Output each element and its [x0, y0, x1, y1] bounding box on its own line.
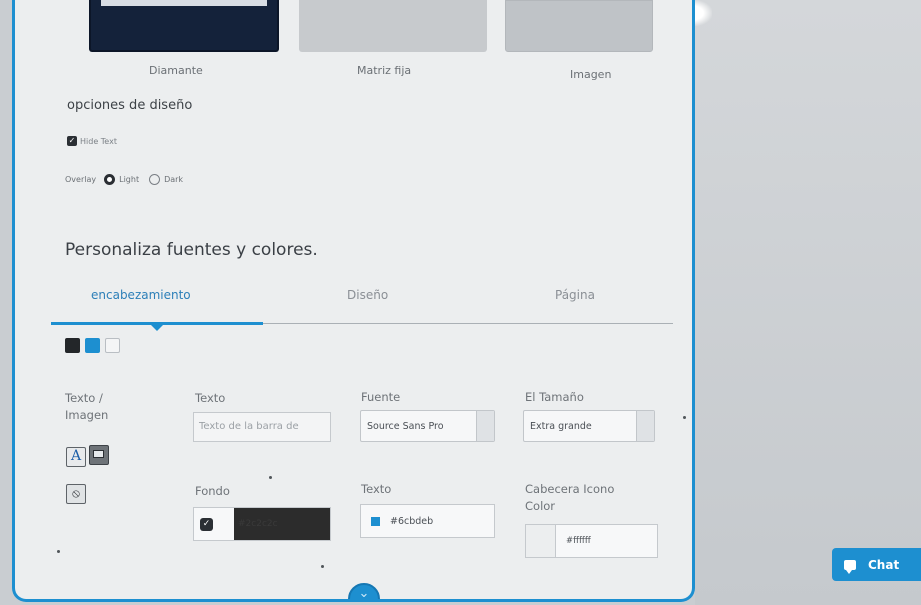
text-color-value: #6cbdeb [390, 515, 434, 527]
swatch-blue[interactable] [85, 338, 100, 353]
font-label: Fuente [361, 390, 401, 404]
swatch-dark[interactable] [65, 338, 80, 353]
text-image-label-line1: Texto / [65, 391, 103, 405]
prohibited-icon[interactable]: ⦸ [66, 484, 86, 504]
page-background-right [695, 0, 921, 605]
speck [269, 476, 272, 479]
background-label: Fondo [195, 484, 230, 498]
chat-label: Chat [868, 557, 900, 572]
background-color-field[interactable]: ✓ #2c2c2c [193, 507, 331, 541]
header-icon-color-label: Cabecera Icono Color [525, 481, 614, 515]
scroll-down-button[interactable]: ⌄ [348, 583, 380, 599]
header-icon-color-value: #ffffff [566, 536, 591, 546]
chat-button[interactable]: Chat [832, 548, 921, 581]
layout-label-diamond: Diamante [149, 64, 203, 77]
speck [321, 565, 324, 568]
text-field-label: Texto [195, 391, 226, 405]
font-select-value: Source Sans Pro [367, 421, 444, 432]
chevron-down-icon [636, 411, 654, 441]
text-color-label: Texto [361, 482, 392, 496]
customize-title: Personaliza fuentes y colores. [65, 240, 318, 260]
text-color-field[interactable]: #6cbdeb [360, 504, 495, 538]
header-text-input[interactable]: Texto de la barra de [193, 412, 331, 442]
size-label: El Tamaño [525, 390, 584, 404]
chat-bubble-icon [844, 559, 856, 574]
tab-header[interactable]: encabezamiento [91, 288, 191, 302]
image-icon[interactable] [89, 445, 109, 465]
font-select[interactable]: Source Sans Pro [360, 410, 495, 442]
layout-thumb-image[interactable] [505, 0, 653, 52]
text-image-label: Texto / Imagen [65, 390, 108, 424]
color-scheme-swatches [65, 338, 120, 353]
background-color-value[interactable]: #2c2c2c [234, 508, 330, 540]
size-select[interactable]: Extra grande [523, 410, 655, 442]
header-icon-label-line1: Cabecera Icono [525, 482, 615, 496]
header-icon-color-swatch [526, 525, 556, 557]
active-tab-caret [151, 325, 163, 331]
text-color-swatch [371, 516, 380, 526]
overlay-option: Overlay Light Dark [65, 174, 183, 185]
tab-design[interactable]: Diseño [347, 288, 388, 302]
header-icon-color-field[interactable]: #ffffff [525, 524, 658, 558]
speck [683, 416, 686, 419]
design-options-title: opciones de diseño [67, 98, 193, 113]
header-icon-label-line2: Color [525, 499, 556, 513]
text-image-label-line2: Imagen [65, 408, 109, 422]
overlay-dark-radio[interactable] [149, 174, 161, 185]
swatch-light[interactable] [105, 338, 120, 353]
layout-label-matrix: Matriz fija [357, 64, 412, 77]
speck [57, 550, 60, 553]
settings-panel: Diamante Matriz fija Imagen opciones de … [12, 0, 695, 602]
customize-tabs: encabezamiento Diseño Página [51, 284, 673, 331]
layout-thumb-diamond[interactable] [89, 0, 279, 52]
overlay-light-radio[interactable] [104, 174, 116, 185]
size-select-value: Extra grande [530, 421, 592, 432]
layout-thumb-matrix[interactable] [299, 0, 487, 52]
chevron-down-icon [476, 411, 494, 441]
overlay-label: Overlay [65, 175, 97, 184]
background-enabled-checkbox[interactable]: ✓ [200, 517, 213, 531]
tab-page[interactable]: Página [555, 288, 595, 302]
hide-text-option[interactable]: ✓ Hide Text [67, 136, 117, 146]
hide-text-checkbox[interactable]: ✓ [67, 136, 77, 146]
hide-text-label: Hide Text [80, 136, 117, 146]
text-A-icon[interactable]: A [66, 447, 86, 467]
overlay-dark-label: Dark [164, 175, 184, 184]
layout-label-image: Imagen [570, 68, 612, 81]
overlay-light-label: Light [119, 175, 140, 184]
